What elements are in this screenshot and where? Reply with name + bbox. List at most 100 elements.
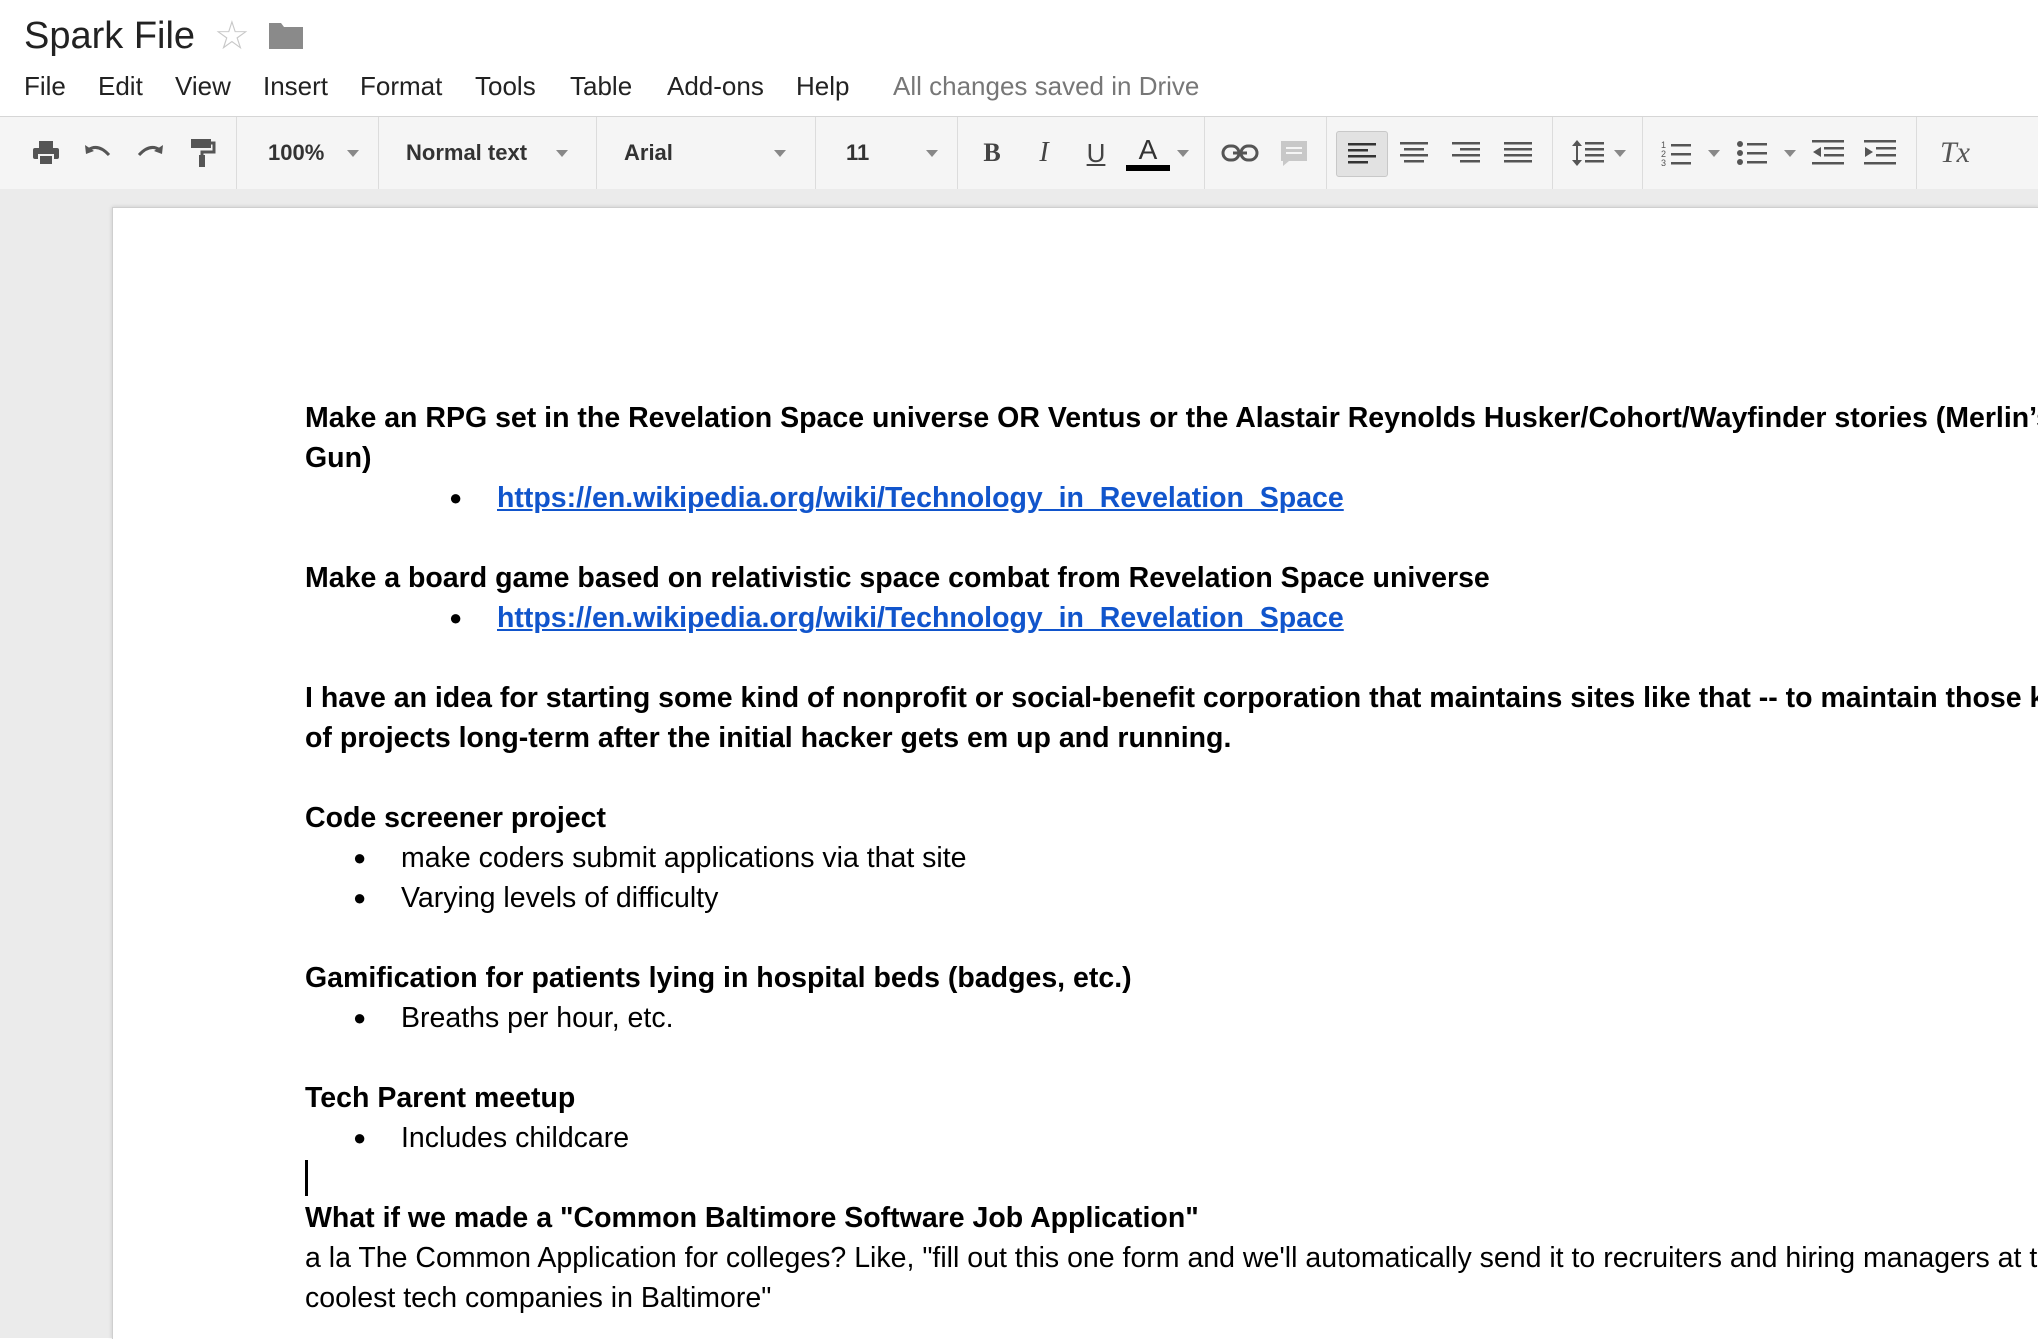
text-cursor (305, 1160, 308, 1196)
font-size-caret-icon (926, 150, 938, 157)
clear-formatting-button[interactable]: Tx (1930, 131, 1980, 175)
print-icon (33, 141, 59, 166)
bulleted-list-icon (1737, 141, 1767, 165)
font-size-select[interactable]: 11 (846, 131, 906, 175)
zoom-value: 100% (268, 140, 325, 165)
title-bar: Spark File ☆ (0, 0, 2038, 72)
list-item: ● https://en.wikipedia.org/wiki/Technolo… (305, 598, 2038, 638)
line-spacing-icon (1572, 140, 1604, 166)
increase-indent-icon (1864, 140, 1896, 165)
text-color-swatch (1126, 165, 1170, 171)
list-item: ● https://en.wikipedia.org/wiki/Technolo… (305, 478, 2038, 518)
bullet-icon: ● (353, 845, 367, 870)
star-icon[interactable]: ☆ (214, 12, 250, 60)
bulleted-list-button[interactable] (1730, 131, 1774, 175)
save-status: All changes saved in Drive (893, 71, 1200, 101)
insert-link-button[interactable] (1218, 131, 1262, 175)
undo-button[interactable] (76, 131, 120, 175)
menu-tools[interactable]: Tools (475, 64, 536, 108)
menu-add-ons[interactable]: Add-ons (667, 64, 764, 108)
style-caret-icon (556, 150, 568, 157)
list-item-text: Breaths per hour, etc. (401, 1002, 674, 1034)
document-page[interactable]: Make an RPG set in the Revelation Space … (112, 207, 2038, 1339)
text-color-button[interactable]: A (1124, 131, 1172, 175)
bullet-icon: ● (449, 605, 463, 630)
menu-view[interactable]: View (175, 64, 231, 108)
line-spacing-button[interactable] (1566, 131, 1610, 175)
decrease-indent-button[interactable] (1806, 131, 1850, 175)
text-color-caret-icon (1177, 150, 1189, 157)
redo-icon (137, 145, 163, 157)
numbered-list-caret-icon (1708, 150, 1720, 157)
align-right-button[interactable] (1444, 131, 1488, 175)
list-item: ● Includes childcare (305, 1118, 2038, 1158)
align-justify-icon (1504, 142, 1532, 163)
insert-comment-button[interactable] (1272, 131, 1316, 175)
bullet-icon: ● (449, 485, 463, 510)
print-button[interactable] (24, 131, 68, 175)
bulleted-list-caret-icon (1784, 150, 1796, 157)
align-left-button[interactable] (1336, 131, 1388, 177)
menu-file[interactable]: File (24, 64, 66, 108)
align-left-icon (1348, 143, 1376, 164)
menu-insert[interactable]: Insert (263, 64, 328, 108)
align-center-icon (1400, 142, 1428, 163)
zoom-caret-icon (347, 150, 359, 157)
menu-help[interactable]: Help (796, 64, 849, 108)
text-color-label: A (1138, 134, 1158, 165)
italic-button[interactable]: I (1024, 131, 1064, 175)
link-icon (1221, 144, 1259, 162)
list-item-text: make coders submit applications via that… (401, 842, 967, 874)
folder-icon[interactable] (268, 20, 304, 50)
paragraph: Gamification for patients lying in hospi… (305, 962, 1132, 994)
font-value: Arial (624, 140, 673, 165)
paragraph: Make a board game based on relativistic … (305, 562, 1490, 594)
paragraph: Code screener project (305, 802, 606, 834)
list-item: ● Varying levels of difficulty (305, 878, 2038, 918)
line-spacing-caret-icon (1614, 150, 1626, 157)
numbered-list-icon: 1 2 3 (1661, 140, 1691, 167)
increase-indent-button[interactable] (1858, 131, 1902, 175)
list-item-text: Includes childcare (401, 1122, 630, 1154)
align-justify-button[interactable] (1496, 131, 1540, 175)
document-canvas: Make an RPG set in the Revelation Space … (0, 189, 2038, 1339)
list-item: ● make coders submit applications via th… (305, 838, 2038, 878)
menu-edit[interactable]: Edit (98, 64, 143, 108)
align-center-button[interactable] (1392, 131, 1436, 175)
paragraph: a la The Common Application for colleges… (305, 1242, 2038, 1314)
bold-button[interactable]: B (972, 131, 1012, 175)
toolbar: 100% Normal text Arial 11 B I U A 1 2 3 … (0, 116, 2038, 190)
undo-icon (85, 145, 111, 157)
clear-formatting-icon: Tx (1940, 136, 1970, 169)
paragraph: I have an idea for starting some kind of… (305, 682, 2038, 754)
align-right-icon (1452, 142, 1480, 163)
paragraph: Tech Parent meetup (305, 1082, 576, 1114)
paint-format-icon (191, 139, 216, 167)
list-item-text: Varying levels of difficulty (401, 882, 719, 914)
comment-icon (1281, 141, 1307, 166)
menu-bar: File Edit View Insert Format Tools Table… (0, 64, 2038, 108)
menu-table[interactable]: Table (570, 64, 632, 108)
bullet-icon: ● (353, 885, 367, 910)
wikipedia-link[interactable]: https://en.wikipedia.org/wiki/Technology… (497, 482, 1344, 514)
wikipedia-link[interactable]: https://en.wikipedia.org/wiki/Technology… (497, 602, 1344, 634)
menu-format[interactable]: Format (360, 64, 442, 108)
document-title[interactable]: Spark File (24, 8, 195, 64)
font-caret-icon (774, 150, 786, 157)
style-select[interactable]: Normal text (406, 131, 566, 175)
style-value: Normal text (406, 140, 528, 165)
paragraph: What if we made a "Common Baltimore Soft… (305, 1202, 1199, 1234)
numbered-list-button[interactable]: 1 2 3 (1654, 131, 1698, 175)
svg-text:3: 3 (1661, 158, 1666, 167)
font-select[interactable]: Arial (624, 131, 744, 175)
font-size-value: 11 (846, 140, 870, 165)
bullet-icon: ● (353, 1005, 367, 1030)
paragraph: Make an RPG set in the Revelation Space … (305, 402, 2038, 474)
underline-button[interactable]: U (1076, 131, 1116, 175)
bullet-icon: ● (353, 1125, 367, 1150)
redo-button[interactable] (128, 131, 172, 175)
document-body[interactable]: Make an RPG set in the Revelation Space … (305, 398, 2038, 1318)
decrease-indent-icon (1812, 140, 1844, 165)
list-item: ● Breaths per hour, etc. (305, 998, 2038, 1038)
paint-format-button[interactable] (180, 131, 224, 175)
